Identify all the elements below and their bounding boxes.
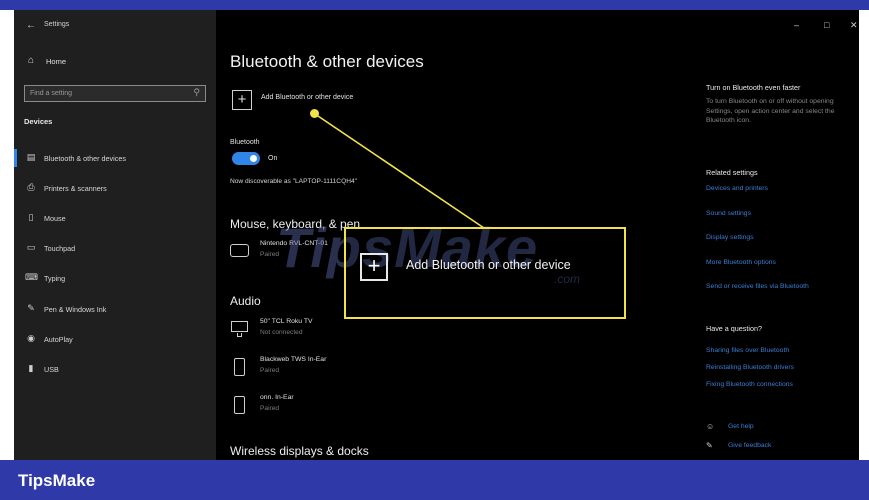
zoom-callout: + Add Bluetooth or other device — [344, 227, 626, 319]
related-settings-title: Related settings — [706, 168, 758, 177]
touchpad-icon: ▭ — [26, 242, 36, 252]
bottom-banner: TipsMake — [0, 460, 869, 500]
add-device-button[interactable]: + — [232, 90, 252, 110]
maximize-icon[interactable]: □ — [824, 20, 829, 30]
sidebar-item-typing[interactable]: ⌨ Typing — [14, 267, 216, 289]
bluetooth-toggle[interactable] — [232, 152, 260, 165]
plus-icon: + — [360, 253, 388, 281]
link-get-help[interactable]: Get help — [728, 423, 754, 430]
search-icon: ⚲ — [193, 87, 200, 97]
monitor-icon — [230, 318, 250, 338]
link-display-settings[interactable]: Display settings — [706, 234, 754, 241]
sidebar-item-label: Mouse — [44, 214, 66, 223]
home-icon: ⌂ — [28, 55, 35, 66]
printer-icon: ⎙ — [27, 182, 35, 192]
link-more-bluetooth[interactable]: More Bluetooth options — [706, 259, 776, 266]
gamepad-icon — [230, 240, 250, 260]
sidebar-item-autoplay[interactable]: ◉ AutoPlay — [14, 328, 216, 350]
device-name: 50" TCL Roku TV — [260, 318, 313, 325]
help-icon: ☺ — [706, 422, 715, 431]
link-reinstalling-drivers[interactable]: Reinstalling Bluetooth drivers — [706, 364, 794, 371]
pen-icon: ✎ — [27, 303, 35, 313]
brand-logo-text: TipsMake — [18, 471, 96, 490]
link-fixing-connections[interactable]: Fixing Bluetooth connections — [706, 381, 793, 388]
sidebar-item-label: Bluetooth & other devices — [44, 154, 126, 163]
top-brand-strip — [0, 0, 869, 10]
link-sharing-files[interactable]: Sharing files over Bluetooth — [706, 347, 789, 354]
add-device-label[interactable]: Add Bluetooth or other device — [261, 94, 353, 101]
sidebar-item-usb[interactable]: ▮ USB — [14, 358, 216, 380]
autoplay-icon: ◉ — [27, 333, 35, 343]
sidebar-item-label: AutoPlay — [44, 335, 73, 344]
sidebar-item-label: Printers & scanners — [44, 184, 107, 193]
close-icon[interactable]: ✕ — [850, 20, 858, 31]
device-item[interactable]: onn. In-Ear Paired — [230, 392, 530, 422]
device-item[interactable]: Blackweb TWS In-Ear Paired — [230, 354, 530, 384]
minimize-icon[interactable]: – — [794, 20, 799, 30]
sidebar-item-bluetooth[interactable]: ▤ Bluetooth & other devices — [14, 147, 216, 169]
bluetooth-label: Bluetooth — [230, 139, 260, 146]
callout-label: Add Bluetooth or other device — [406, 258, 571, 272]
device-name: onn. In-Ear — [260, 394, 294, 401]
back-arrow-icon[interactable]: ← — [26, 20, 36, 31]
feedback-icon: ✎ — [706, 441, 713, 450]
discoverable-text: Now discoverable as "LAPTOP-1111CQH4" — [230, 178, 357, 185]
keyboard-icon: ⌨ — [25, 272, 38, 282]
usb-icon: ▮ — [28, 363, 34, 373]
link-sound-settings[interactable]: Sound settings — [706, 210, 751, 217]
search-input[interactable]: Find a setting ⚲ — [24, 85, 206, 102]
bluetooth-devices-icon: ▤ — [26, 152, 36, 162]
link-give-feedback[interactable]: Give feedback — [728, 442, 771, 449]
page-title: Bluetooth & other devices — [230, 52, 424, 71]
sidebar-item-label: Touchpad — [44, 244, 76, 253]
device-status: Not connected — [260, 329, 303, 336]
link-send-receive[interactable]: Send or receive files via Bluetooth — [706, 283, 809, 290]
sidebar: ← Settings ⌂ Home Find a setting ⚲ Devic… — [14, 10, 216, 460]
sidebar-item-label: Typing — [44, 274, 66, 283]
mouse-icon: ▯ — [28, 212, 34, 222]
title-bar: ← Settings — [14, 18, 216, 36]
sidebar-item-home[interactable]: ⌂ Home — [14, 53, 216, 71]
section-audio: Audio — [230, 294, 261, 308]
settings-window: ← Settings ⌂ Home Find a setting ⚲ Devic… — [14, 10, 859, 460]
question-title: Have a question? — [706, 324, 762, 333]
sidebar-item-mouse[interactable]: ▯ Mouse — [14, 207, 216, 229]
active-indicator — [14, 149, 17, 167]
sidebar-item-label: Pen & Windows Ink — [44, 305, 107, 314]
sidebar-item-label: USB — [44, 365, 59, 374]
device-name: Blackweb TWS In-Ear — [260, 356, 327, 363]
section-wireless: Wireless displays & docks — [230, 444, 369, 458]
app-title: Settings — [44, 21, 70, 28]
device-status: Paired — [260, 367, 280, 374]
tip-title: Turn on Bluetooth even faster — [706, 83, 801, 92]
phone-icon — [230, 394, 250, 414]
toggle-state-label: On — [268, 155, 278, 162]
device-item[interactable]: 50" TCL Roku TV Not connected — [230, 316, 530, 346]
sidebar-item-printers[interactable]: ⎙ Printers & scanners — [14, 177, 216, 199]
sidebar-item-touchpad[interactable]: ▭ Touchpad — [14, 237, 216, 259]
tip-text: To turn Bluetooth on or off without open… — [706, 98, 835, 124]
link-devices-printers[interactable]: Devices and printers — [706, 185, 768, 192]
device-status: Paired — [260, 405, 280, 412]
home-label: Home — [46, 57, 67, 66]
search-placeholder: Find a setting — [30, 90, 73, 97]
phone-icon — [230, 356, 250, 376]
toggle-knob — [250, 155, 257, 162]
sidebar-section-title: Devices — [24, 117, 53, 126]
sidebar-item-pen[interactable]: ✎ Pen & Windows Ink — [14, 298, 216, 320]
screenshot-frame: ← Settings ⌂ Home Find a setting ⚲ Devic… — [0, 0, 869, 500]
annotation-dot — [310, 109, 319, 118]
